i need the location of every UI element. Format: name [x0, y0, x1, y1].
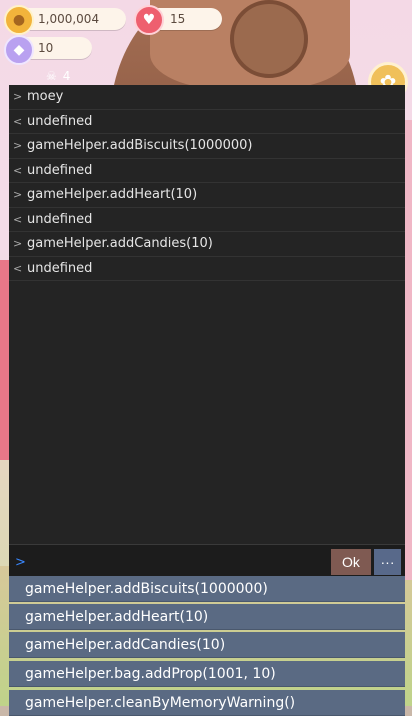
extra-count: 4: [62, 69, 71, 83]
log-input-line: > moey: [9, 85, 405, 110]
command-input[interactable]: [29, 546, 331, 578]
console-input-bar: > Ok ···: [9, 544, 405, 579]
skull-icon: ☠: [46, 69, 57, 83]
log-output-line: < undefined: [9, 159, 405, 183]
log-text: undefined: [27, 211, 93, 227]
quick-command-button[interactable]: gameHelper.bag.addProp(1001, 10): [9, 661, 405, 687]
ok-button[interactable]: Ok: [331, 549, 371, 575]
log-arrow: <: [13, 261, 23, 275]
log-text: undefined: [27, 260, 93, 276]
biscuit-count: 1,000,004: [38, 12, 100, 26]
cookie-icon: ●: [4, 5, 34, 35]
log-output-line: < undefined: [9, 257, 405, 281]
candy-icon: ◆: [4, 35, 34, 65]
log-text: gameHelper.addHeart(10): [27, 187, 198, 203]
log-arrow: >: [13, 237, 23, 251]
heart-count: 15: [170, 12, 186, 26]
log-text: gameHelper.addCandies(10): [27, 236, 213, 252]
more-button[interactable]: ···: [374, 549, 401, 575]
log-output-line: < undefined: [9, 208, 405, 232]
log-arrow: <: [13, 212, 23, 226]
log-input-line: > gameHelper.addHeart(10): [9, 183, 405, 208]
candy-count: 10: [38, 41, 54, 55]
log-input-line: > gameHelper.addBiscuits(1000000): [9, 134, 405, 159]
log-arrow: >: [13, 188, 23, 202]
log-output-line: < undefined: [9, 110, 405, 134]
quick-command-button[interactable]: gameHelper.cleanByMemoryWarning(): [9, 690, 405, 716]
heart-icon: ♥: [134, 5, 164, 35]
log-arrow: >: [13, 90, 23, 104]
quick-command-button[interactable]: gameHelper.addCandies(10): [9, 632, 405, 658]
console-log: > moey < undefined > gameHelper.addBiscuits(1…: [9, 85, 405, 281]
quick-command-button[interactable]: gameHelper.addHeart(10): [9, 604, 405, 630]
log-text: undefined: [27, 162, 93, 178]
quick-command-button[interactable]: gameHelper.addBiscuits(1000000): [9, 576, 405, 602]
log-arrow: <: [13, 114, 23, 128]
log-arrow: <: [13, 163, 23, 177]
debug-console: > moey < undefined > gameHelper.addBiscuits(1…: [9, 85, 405, 579]
extra-counter: ☠ 4: [46, 67, 106, 85]
log-text: undefined: [27, 113, 93, 129]
log-text: moey: [27, 89, 64, 105]
tree-top: [230, 0, 308, 78]
log-arrow: >: [13, 139, 23, 153]
log-input-line: > gameHelper.addCandies(10): [9, 232, 405, 257]
prompt-symbol: >: [15, 554, 26, 570]
log-text: gameHelper.addBiscuits(1000000): [27, 138, 253, 154]
